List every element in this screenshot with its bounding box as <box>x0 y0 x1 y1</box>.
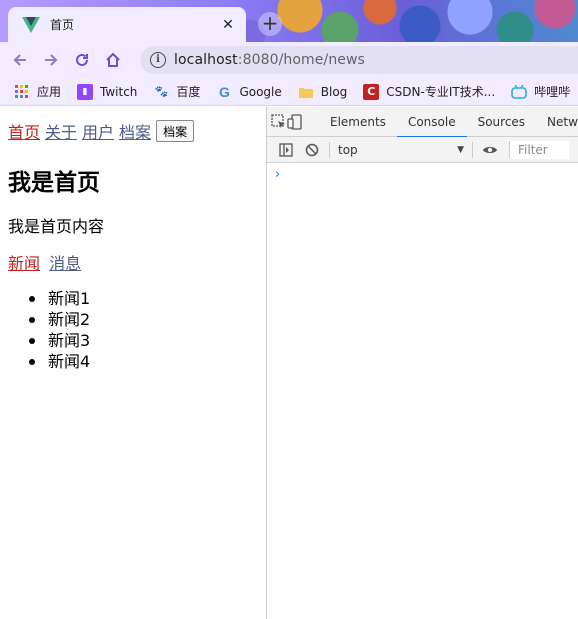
page-content: 我是首页内容 <box>8 217 105 236</box>
device-icon <box>287 113 302 130</box>
baidu-icon: 🐾 <box>154 85 169 98</box>
bookmark-csdn[interactable]: C CSDN-专业IT技术... <box>363 83 495 100</box>
browser-tab[interactable]: 首页 ✕ <box>8 7 246 42</box>
nav-link-profile[interactable]: 档案 <box>119 119 151 143</box>
nav-link-about[interactable]: 关于 <box>45 119 77 143</box>
home-button[interactable] <box>102 49 124 71</box>
bookmark-label: 哔哩哔 <box>534 85 571 99</box>
bookmark-baidu[interactable]: 🐾 百度 <box>153 83 201 100</box>
reload-button[interactable] <box>71 49 93 71</box>
bookmark-google[interactable]: G Google <box>216 83 282 100</box>
toolbar-divider <box>329 141 330 158</box>
tab-console[interactable]: Console <box>396 107 467 138</box>
bookmark-label: CSDN-专业IT技术... <box>386 85 496 99</box>
dropdown-caret-icon: ▼ <box>457 144 464 155</box>
subnav-link-messages[interactable]: 消息 <box>49 254 81 273</box>
url-host: localhost <box>174 52 238 68</box>
close-tab-icon[interactable]: ✕ <box>220 17 236 33</box>
sidebar-toggle-icon <box>279 142 293 157</box>
eye-icon <box>483 146 497 153</box>
console-filter-input[interactable]: Filter <box>509 140 569 159</box>
info-icon[interactable]: i <box>150 52 166 68</box>
device-toolbar-button[interactable] <box>287 109 303 135</box>
forward-arrow-icon <box>45 54 58 66</box>
folder-icon <box>298 84 314 100</box>
back-button[interactable] <box>9 49 31 71</box>
sub-nav: 新闻 消息 <box>8 250 85 274</box>
page-viewport: 首页 关于 用户 档案 档案 我是首页 我是首页内容 新闻 消息 新闻1 新闻2… <box>0 107 266 619</box>
main-nav: 首页 关于 用户 档案 档案 <box>8 119 195 143</box>
tab-elements[interactable]: Elements <box>319 107 397 137</box>
browser-toolbar: i localhost:8080/home/news <box>0 42 578 78</box>
vue-logo-icon <box>22 16 40 33</box>
toolbar-divider <box>472 141 473 158</box>
devtools-panel: Elements Console Sources Netw top ▼ Filt… <box>266 107 578 619</box>
apps-grid-icon <box>14 84 30 100</box>
bookmark-label: Twitch <box>100 84 138 99</box>
bookmark-apps[interactable]: 应用 <box>14 83 61 100</box>
twitch-icon: ▮ <box>77 83 94 100</box>
bookmark-bilibili[interactable]: 哔哩哔 <box>511 83 570 100</box>
address-bar[interactable]: i localhost:8080/home/news <box>140 46 578 74</box>
clear-console-icon <box>305 143 319 156</box>
csdn-icon: C <box>363 83 380 100</box>
page-title: 我是首页 <box>8 170 100 196</box>
tab-title: 首页 <box>50 18 75 32</box>
url-text: localhost:8080/home/news <box>174 52 365 68</box>
console-toolbar: top ▼ Filter <box>267 137 578 163</box>
bookmark-twitch[interactable]: ▮ Twitch <box>77 83 138 100</box>
forward-button[interactable] <box>40 49 62 71</box>
context-selector[interactable]: top ▼ <box>334 143 468 157</box>
bookmarks-bar: 应用 ▮ Twitch 🐾 百度 G Google Blog C CSDN-专业… <box>0 78 578 106</box>
cursor-select-icon <box>271 113 285 128</box>
google-icon: G <box>218 83 230 100</box>
news-list: 新闻1 新闻2 新闻3 新闻4 <box>28 288 91 372</box>
list-item: 新闻1 <box>28 289 91 308</box>
reload-icon <box>76 53 88 66</box>
bookmark-label: Blog <box>320 84 348 99</box>
bilibili-icon <box>511 84 527 100</box>
bookmark-blog[interactable]: Blog <box>298 84 348 100</box>
back-arrow-icon <box>13 54 26 66</box>
nav-link-user[interactable]: 用户 <box>82 119 114 143</box>
show-sidebar-button[interactable] <box>273 137 299 163</box>
list-item: 新闻4 <box>28 352 91 371</box>
tab-sources[interactable]: Sources <box>467 107 536 137</box>
inspect-element-button[interactable] <box>271 109 287 135</box>
context-value: top <box>338 142 358 157</box>
tab-network[interactable]: Netw <box>536 107 578 137</box>
url-path: :8080/home/news <box>237 52 365 68</box>
bookmark-label: Google <box>239 84 282 99</box>
list-item: 新闻3 <box>28 331 91 350</box>
clear-console-button[interactable] <box>299 137 325 163</box>
nav-link-home[interactable]: 首页 <box>8 119 40 143</box>
tab-strip: 首页 ✕ + <box>0 0 578 42</box>
bookmark-label: 百度 <box>176 85 201 99</box>
new-tab-button[interactable]: + <box>258 12 282 36</box>
subnav-link-news[interactable]: 新闻 <box>8 254 40 273</box>
home-icon <box>106 52 120 67</box>
bookmark-label: 应用 <box>37 85 62 99</box>
console-prompt-icon[interactable]: › <box>275 167 280 182</box>
profile-button[interactable]: 档案 <box>156 120 195 142</box>
live-expression-button[interactable] <box>477 137 503 163</box>
devtools-tabbar: Elements Console Sources Netw <box>267 107 578 138</box>
list-item: 新闻2 <box>28 310 91 329</box>
